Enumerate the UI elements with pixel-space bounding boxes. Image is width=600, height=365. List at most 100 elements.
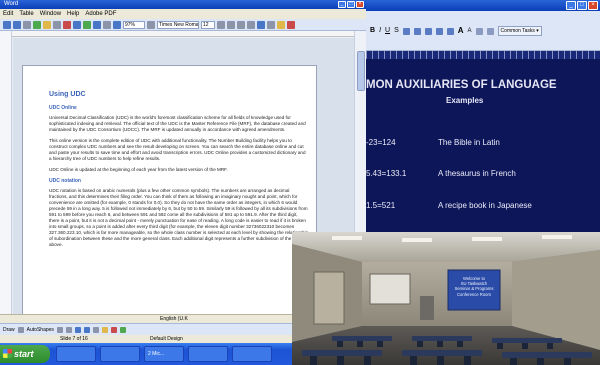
open-icon[interactable]	[3, 20, 11, 29]
restore-icon[interactable]: □	[347, 1, 355, 8]
common-tasks-label: Common Tasks	[500, 28, 535, 34]
taskbar-item[interactable]	[56, 346, 96, 362]
taskbar-item[interactable]	[100, 346, 140, 362]
show-hide-icon[interactable]	[113, 20, 121, 29]
screen-line: Conference Room	[457, 291, 491, 297]
minimize-icon[interactable]: _	[566, 1, 576, 10]
common-tasks-menu[interactable]: Common Tasks ▾	[497, 26, 542, 36]
undo-icon[interactable]	[43, 20, 51, 29]
indent-icon[interactable]	[267, 20, 275, 29]
bullets-icon[interactable]	[446, 27, 454, 35]
word-window-title: Word	[4, 1, 19, 7]
menu-help[interactable]: Help	[67, 9, 79, 19]
windows-flag-icon	[3, 349, 12, 358]
print-icon[interactable]	[23, 20, 31, 29]
taskbar-item[interactable]	[232, 346, 272, 362]
conference-room-photo: Welcome to SU Taskwatch Seminar & Progra…	[292, 232, 600, 365]
demote-icon[interactable]	[486, 27, 494, 35]
example-code: 5.43=133.1	[366, 169, 407, 178]
underline-icon[interactable]: U	[385, 26, 390, 36]
zoom-select[interactable]: 97%	[123, 20, 145, 29]
highlight-icon[interactable]	[277, 20, 285, 29]
document-page[interactable]: Using UDC UDC Online Universal Decimal C…	[22, 65, 317, 320]
close-icon[interactable]: ×	[588, 1, 598, 10]
font-color-icon[interactable]	[287, 20, 295, 29]
design-name: Default Design	[150, 336, 183, 342]
oval-icon[interactable]	[83, 326, 90, 333]
paste-icon[interactable]	[63, 20, 71, 29]
projection-screen-text: Welcome to SU Taskwatch Seminar & Progra…	[448, 276, 500, 297]
save-icon[interactable]	[13, 20, 21, 29]
autoshapes-menu[interactable]: AutoShapes	[27, 324, 54, 336]
shadow-icon[interactable]	[119, 326, 126, 333]
ppt-title-bar[interactable]: _ □ ×	[366, 0, 600, 11]
ppt-toolbar-row: B I U S A A Common Tasks ▾	[366, 24, 600, 38]
restore-icon[interactable]: □	[577, 1, 587, 10]
fill-color-icon[interactable]	[101, 326, 108, 333]
increase-font-icon[interactable]: A	[458, 26, 464, 36]
decrease-font-icon[interactable]: A	[468, 26, 472, 36]
word-standard-toolbar: 97% Times New Roman 12	[0, 19, 366, 31]
arrow-icon[interactable]	[65, 326, 72, 333]
document-heading: Using UDC	[49, 91, 86, 98]
italic-icon[interactable]	[227, 20, 235, 29]
shadow-text-icon[interactable]: S	[394, 26, 399, 36]
font-size-select[interactable]: 12	[201, 20, 215, 29]
line-icon[interactable]	[56, 326, 63, 333]
start-label: start	[14, 349, 34, 359]
select-arrow-icon[interactable]	[17, 326, 24, 333]
example-description: The Bible in Latin	[438, 138, 500, 147]
paragraph: UDC notation is based on arabic numerals…	[49, 188, 309, 247]
rectangle-icon[interactable]	[74, 326, 81, 333]
taskbar-item[interactable]	[188, 346, 228, 362]
menu-edit[interactable]: Edit	[3, 9, 13, 19]
font-select[interactable]: Times New Roman	[157, 20, 199, 29]
columns-icon[interactable]	[93, 20, 101, 29]
bold-icon[interactable]	[217, 20, 225, 29]
align-left-icon[interactable]	[237, 20, 245, 29]
promote-icon[interactable]	[475, 27, 483, 35]
line-color-icon[interactable]	[110, 326, 117, 333]
conference-room-illustration	[292, 232, 600, 365]
slide-canvas[interactable]: MON AUXILIARIES OF LANGUAGE Examples -23…	[366, 59, 600, 232]
word-window-controls: _ □ ×	[338, 1, 364, 8]
word-title-bar[interactable]: Word _ □ ×	[0, 0, 366, 9]
menu-window[interactable]: Window	[40, 9, 61, 19]
example-code: -23=124	[366, 138, 396, 147]
ppt-ruler	[366, 51, 600, 59]
textbox-icon[interactable]	[92, 326, 99, 333]
taskbar-item[interactable]: 2 Mic...	[144, 346, 184, 362]
word-menu-bar: Edit Table Window Help Adobe PDF	[0, 9, 366, 19]
redo-icon[interactable]	[53, 20, 61, 29]
slide-subtitle: Examples	[446, 96, 484, 105]
powerpoint-window: _ □ × B I U S A A Common Tasks ▾ MON AUX…	[366, 0, 600, 232]
draw-menu[interactable]: Draw	[3, 324, 15, 336]
spelling-icon[interactable]	[33, 20, 41, 29]
menu-table[interactable]: Table	[19, 9, 33, 19]
ppt-formatting-toolbar: B I U S A A Common Tasks ▾	[366, 11, 600, 51]
table-icon[interactable]	[73, 20, 81, 29]
minimize-icon[interactable]: _	[338, 1, 346, 8]
ppt-window-controls: _ □ ×	[566, 1, 598, 10]
menu-adobe-pdf[interactable]: Adobe PDF	[85, 9, 116, 19]
drawing-icon[interactable]	[103, 20, 111, 29]
start-button[interactable]: start	[0, 345, 50, 363]
horizontal-ruler[interactable]	[12, 31, 366, 37]
paragraph: Universal Decimal Classification (UDC) i…	[49, 115, 306, 132]
scrollbar-thumb[interactable]	[357, 51, 365, 91]
list-icon[interactable]	[257, 20, 265, 29]
outline-pane[interactable]	[0, 31, 12, 314]
numbering-icon[interactable]	[435, 27, 443, 35]
slide-counter: Slide 7 of 16	[60, 336, 88, 342]
align-left-icon[interactable]	[402, 27, 410, 35]
example-description: A recipe book in Japanese	[438, 201, 532, 210]
align-right-icon[interactable]	[424, 27, 432, 35]
align-center-icon[interactable]	[413, 27, 421, 35]
excel-icon[interactable]	[83, 20, 91, 29]
align-center-icon[interactable]	[247, 20, 255, 29]
italic-icon[interactable]: I	[379, 26, 381, 36]
bold-icon[interactable]: B	[370, 26, 375, 36]
help-icon[interactable]	[147, 20, 155, 29]
screen-line: Seminar & Programs	[454, 286, 494, 292]
close-icon[interactable]: ×	[356, 1, 364, 8]
